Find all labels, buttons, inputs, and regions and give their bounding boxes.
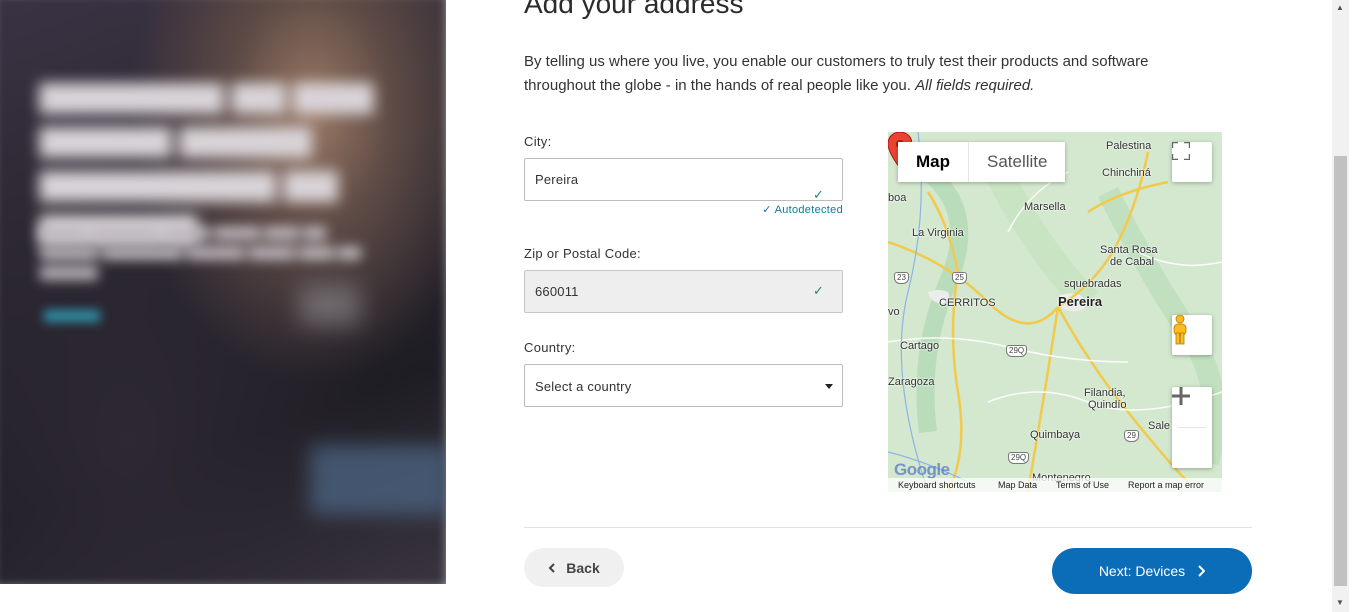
map-place-label: Cartago — [900, 340, 940, 352]
autodetected-status: ✓ Autodetected — [762, 204, 843, 216]
map-place-label: Quimbaya — [1030, 429, 1081, 441]
google-logo[interactable]: Google — [894, 460, 950, 480]
page: ▆▆▆▆▆▆▆ ▆▆ ▆▆▆ ▆▆▆▆▆ ▆▆▆▆▆ ▆▆▆▆▆▆▆▆▆ ▆▆ ▆▆… — [0, 0, 1366, 612]
map-place-label: La Virginia — [912, 227, 964, 239]
map-place-label: de Cabal — [1110, 256, 1155, 268]
scrollbar-thumb[interactable] — [1334, 156, 1347, 586]
map-type-control: Map Satellite — [898, 142, 1066, 182]
map-place-label: Pereira — [1058, 294, 1103, 309]
terms-of-use-link[interactable]: Terms of Use — [1056, 480, 1109, 490]
country-placeholder: Select a country — [535, 379, 632, 394]
location-map[interactable]: Palestina Chinchiná boa Marsella La Virg… — [888, 132, 1222, 492]
street-view-pegman-button[interactable] — [1172, 315, 1212, 355]
map-place-label: squebradas — [1064, 278, 1122, 290]
country-select[interactable]: Select a country — [524, 364, 843, 407]
welcome-text-blurred: ▆▆▆▆ ▆▆▆▆▆▆ ▆▆▆▆ ▆▆▆▆ ▆▆▆ ▆▆ ▆▆▆▆▆ ▆▆▆▆▆▆… — [40, 223, 361, 280]
route-shield: 29Q — [1006, 345, 1028, 357]
route-shield: 23 — [894, 272, 909, 284]
map-place-label: Marsella — [1024, 201, 1066, 213]
route-shield: 29Q — [1008, 452, 1030, 464]
map-type-map-tab[interactable]: Map — [898, 142, 969, 182]
map-footer: Keyboard shortcuts Map Data Terms of Use… — [888, 478, 1222, 492]
map-place-label: vo — [888, 306, 900, 318]
pegman-icon — [1173, 315, 1187, 345]
fullscreen-icon — [1172, 142, 1190, 160]
map-place-label: CERRITOS — [939, 297, 996, 309]
keyboard-shortcuts-link[interactable]: Keyboard shortcuts — [898, 480, 976, 490]
next-devices-button[interactable]: Next: Devices — [1052, 548, 1252, 594]
required-note: All fields required. — [915, 77, 1035, 94]
zip-value: 660011 — [535, 284, 579, 299]
footer-divider — [524, 527, 1252, 528]
map-place-label: Sale — [1148, 420, 1171, 432]
map-place-label: Quindío — [1088, 399, 1127, 411]
map-place-label: Zaragoza — [888, 376, 935, 388]
autodetected-label: Autodetected — [774, 204, 843, 216]
welcome-decoration — [300, 285, 360, 325]
chevron-right-icon — [1198, 565, 1206, 577]
map-place-label: Palestina — [1106, 140, 1152, 152]
country-label: Country: — [524, 340, 576, 355]
city-value: Pereira — [535, 172, 579, 187]
zip-label: Zip or Postal Code: — [524, 246, 641, 261]
scroll-up-arrow-icon[interactable]: ▲ — [1336, 3, 1344, 12]
city-label: City: — [524, 134, 552, 149]
chevron-left-icon — [548, 562, 555, 573]
zip-check-icon: ✓ — [813, 283, 824, 298]
welcome-panel: ▆▆▆▆▆▆▆ ▆▆ ▆▆▆ ▆▆▆▆▆ ▆▆▆▆▆ ▆▆▆▆▆▆▆▆▆ ▆▆ ▆▆… — [0, 0, 446, 584]
map-place-label: Filandia, — [1084, 387, 1126, 399]
zoom-out-button[interactable] — [1172, 394, 1212, 468]
welcome-link-blurred — [44, 310, 100, 322]
scroll-down-arrow-icon[interactable]: ▼ — [1336, 598, 1344, 607]
map-place-label: Santa Rosa — [1100, 244, 1158, 256]
back-button[interactable]: Back — [524, 548, 624, 587]
intro-text: By telling us where you live, you enable… — [524, 50, 1214, 98]
zoom-control — [1172, 387, 1212, 468]
next-button-label: Next: Devices — [1098, 563, 1186, 579]
chevron-down-icon — [825, 384, 833, 389]
city-check-icon: ✓ — [813, 187, 824, 202]
intro-body: By telling us where you live, you enable… — [524, 53, 1149, 94]
welcome-decoration — [310, 445, 446, 515]
page-scrollbar[interactable]: ▲ ▼ — [1332, 0, 1349, 612]
zip-input[interactable]: 660011 ✓ — [524, 270, 843, 313]
page-title: Add your address — [524, 0, 744, 19]
map-place-label: boa — [888, 192, 907, 204]
fullscreen-button[interactable] — [1172, 142, 1212, 182]
route-shield: 25 — [952, 272, 967, 284]
back-button-label: Back — [566, 559, 600, 576]
minus-icon — [1172, 394, 1190, 398]
report-map-error-link[interactable]: Report a map error — [1128, 480, 1204, 490]
map-data-link[interactable]: Map Data — [998, 480, 1037, 490]
map-place-label: Chinchiná — [1102, 167, 1151, 179]
city-input[interactable]: Pereira ✓ — [524, 158, 843, 202]
route-shield: 29 — [1124, 430, 1139, 442]
map-type-satellite-tab[interactable]: Satellite — [969, 142, 1065, 182]
